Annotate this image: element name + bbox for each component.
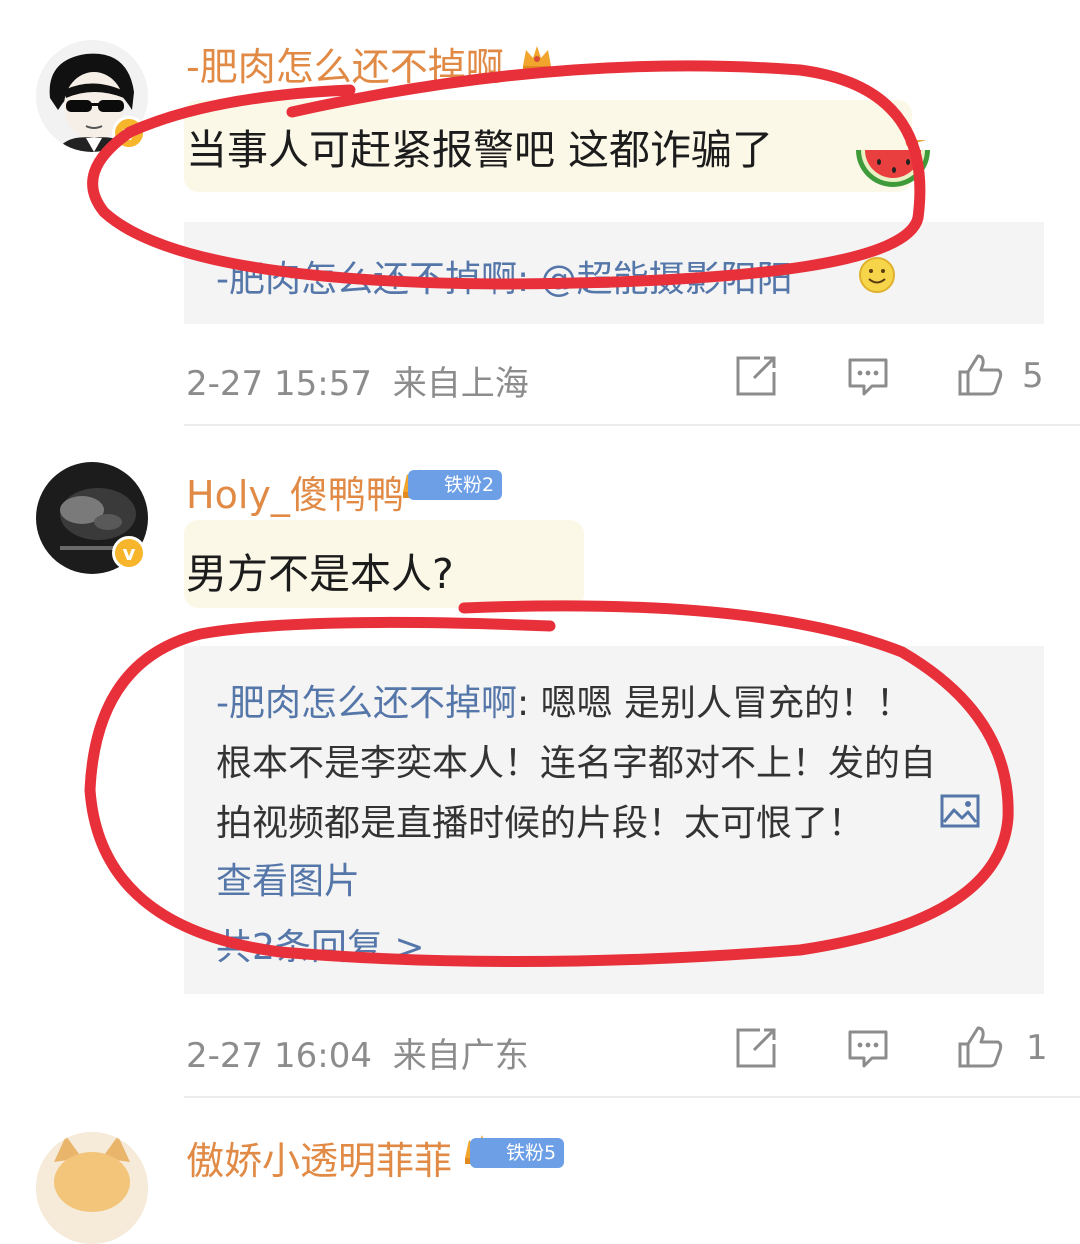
comment-time: 2-27 15:57: [186, 364, 372, 404]
reply-line-1[interactable]: -肥肉怎么还不掉啊: 嗯嗯 是别人冒充的！！: [216, 674, 912, 726]
comment-time: 2-27 16:04: [186, 1036, 372, 1076]
reply-line[interactable]: -肥肉怎么还不掉啊: @超能摄影阳阳: [216, 250, 793, 302]
comment-meta: 2-27 16:04 来自广东: [186, 1028, 529, 1077]
like-count: 1: [1026, 1028, 1048, 1068]
avatar[interactable]: [36, 1132, 148, 1244]
comment-meta: 2-27 15:57 来自上海: [186, 356, 529, 405]
comment-text: 当事人可赶紧报警吧 这都诈骗了: [186, 126, 774, 174]
username[interactable]: -肥肉怎么还不掉啊: [186, 36, 504, 91]
share-icon[interactable]: [734, 1026, 778, 1070]
verified-icon: v: [112, 116, 146, 150]
reply-text[interactable]: : @超能摄影阳阳: [517, 259, 793, 300]
comment-divider: [184, 424, 1080, 426]
share-icon[interactable]: [734, 354, 778, 398]
view-image-link[interactable]: 查看图片: [216, 852, 360, 904]
fan-badge: 铁粉2: [408, 470, 503, 500]
username[interactable]: 傲娇小透明菲菲: [186, 1130, 452, 1185]
reply-author-link[interactable]: -肥肉怎么还不掉啊: [216, 259, 517, 300]
reply-text: : 嗯嗯 是别人冒充的！！: [517, 683, 913, 724]
more-replies-link[interactable]: 共2条回复 >: [216, 918, 425, 970]
verified-icon: v: [112, 536, 146, 570]
like-icon[interactable]: [956, 352, 1004, 398]
watermelon-icon: [856, 140, 930, 187]
comment-text: 男方不是本人?: [186, 550, 454, 598]
username[interactable]: Holy_傻鸭鸭: [186, 464, 404, 519]
fan-badge: 铁粉5: [470, 1138, 565, 1168]
comment-location: 来自上海: [392, 364, 529, 404]
reply-line-3: 拍视频都是直播时候的片段！太可恨了！: [216, 803, 865, 844]
comment-icon[interactable]: [846, 1026, 890, 1070]
like-icon[interactable]: [956, 1024, 1004, 1070]
image-icon[interactable]: [940, 794, 980, 828]
comment-divider: [184, 1096, 1080, 1098]
like-count: 5: [1022, 356, 1044, 396]
reply-author-link[interactable]: -肥肉怎么还不掉啊: [216, 683, 517, 724]
crown-icon: [523, 46, 551, 71]
comment-icon[interactable]: [846, 354, 890, 398]
reply-line-2: 根本不是李奕本人！连名字都对不上！发的自: [216, 743, 937, 784]
smile-emoji-icon: [859, 257, 895, 293]
comment-location: 来自广东: [392, 1036, 529, 1076]
